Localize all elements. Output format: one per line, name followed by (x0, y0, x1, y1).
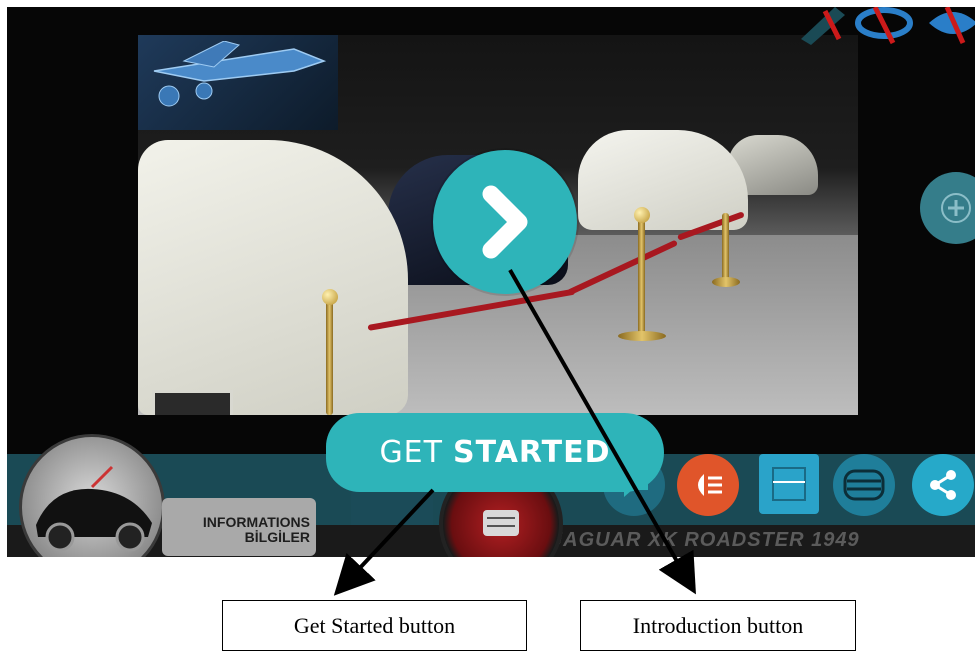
white-classic-car (138, 140, 408, 415)
airplane-poster (138, 35, 338, 130)
share-button[interactable] (912, 454, 974, 516)
car-info-plaque (152, 390, 233, 415)
chevron-right-icon (482, 185, 528, 259)
stanchion-post (326, 297, 333, 415)
stanchion-base (712, 277, 740, 287)
introduction-button[interactable] (433, 150, 577, 294)
door-icon (772, 467, 806, 501)
stanchion-post (722, 213, 729, 281)
car-thumbnail[interactable] (19, 434, 165, 557)
share-icon (930, 470, 956, 500)
get-started-button[interactable]: GET STARTED (326, 413, 664, 492)
pen-icon[interactable] (795, 7, 855, 45)
zoom-in-button[interactable] (920, 172, 975, 244)
stanchion-knob (634, 207, 650, 223)
headlight-button[interactable] (677, 454, 739, 516)
airplane-illustration (153, 41, 327, 107)
rotate-icon[interactable] (853, 7, 915, 45)
introduction-caption: Introduction button (580, 600, 856, 651)
eye-icon[interactable] (925, 7, 975, 45)
stanchion-post (638, 215, 645, 335)
car-silhouette (36, 465, 152, 552)
info-label-en: INFORMATIONS (202, 514, 310, 530)
information-button[interactable]: INFORMATIONS BİLGİLER (162, 498, 316, 556)
plus-icon (941, 193, 971, 223)
model-name: JAGUAR XK ROADSTER 1949 (551, 529, 860, 551)
headlight-icon (698, 474, 722, 496)
get-started-word1: GET (379, 435, 443, 470)
door-button[interactable] (759, 454, 819, 514)
get-started-caption: Get Started button (222, 600, 527, 651)
get-started-word2: STARTED (452, 435, 611, 470)
stanchion-knob (322, 289, 338, 305)
grille-button[interactable] (833, 454, 895, 516)
grille-icon (843, 469, 885, 501)
info-label-tr: BİLGİLER (244, 529, 310, 545)
stanchion-base (618, 331, 666, 341)
